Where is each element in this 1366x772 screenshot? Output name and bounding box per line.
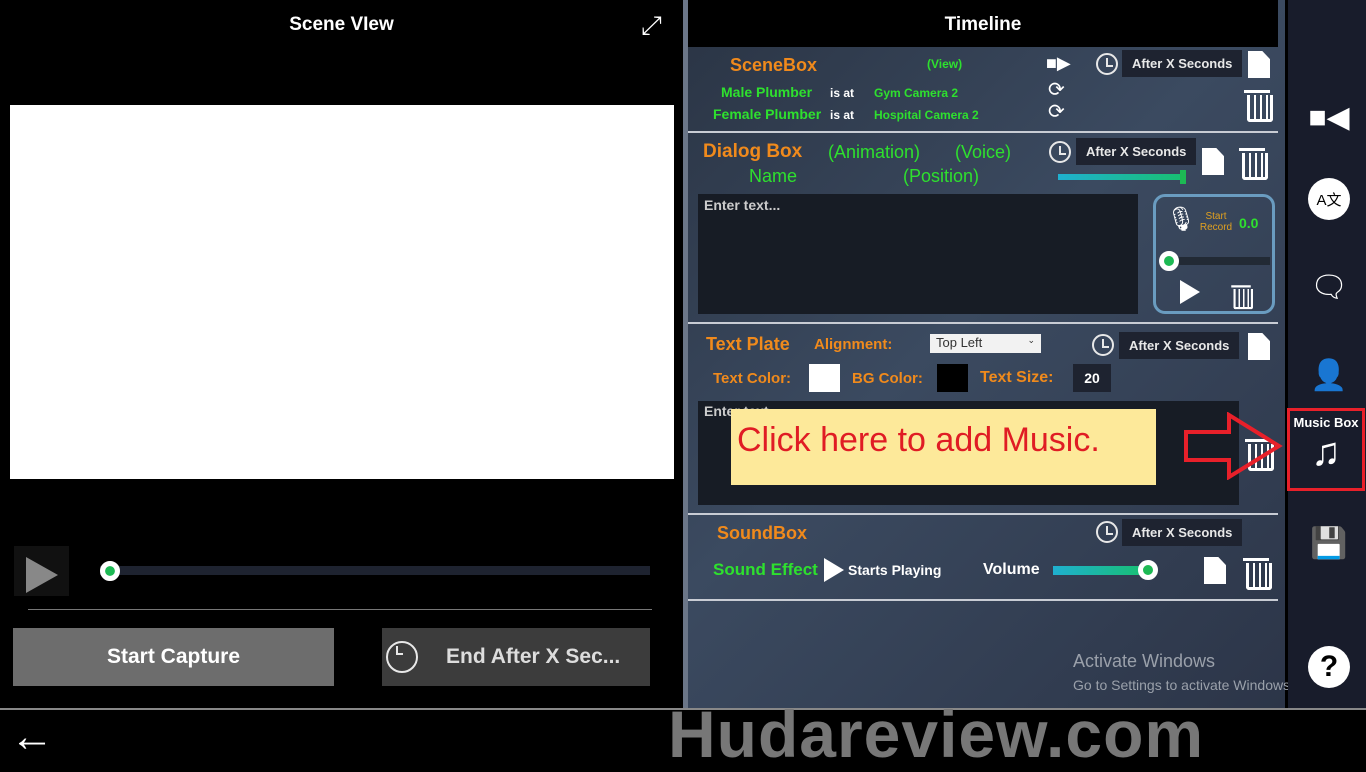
start-record-label[interactable]: Start Record — [1192, 211, 1240, 233]
record-progress[interactable] — [1170, 257, 1270, 265]
text-plate-title: Text Plate — [706, 334, 790, 354]
activate-windows-title: Activate Windows — [1073, 651, 1216, 671]
document-icon[interactable] — [1248, 333, 1270, 360]
is-at-label: is at — [830, 108, 855, 122]
record-time: 0.0 — [1239, 215, 1259, 231]
voice-label[interactable]: (Voice) — [955, 142, 1011, 163]
timeline-title: Timeline — [688, 0, 1278, 47]
name-label[interactable]: Name — [749, 166, 797, 187]
play-icon[interactable] — [824, 558, 844, 582]
clock-icon — [1049, 141, 1071, 163]
help-icon[interactable]: ? — [1308, 646, 1350, 688]
text-color-label: Text Color: — [713, 370, 792, 387]
is-at-label: is at — [830, 86, 855, 100]
trash-icon[interactable] — [1239, 145, 1268, 180]
save-icon[interactable]: 💾 — [1308, 522, 1350, 564]
view-label[interactable]: (View) — [927, 57, 962, 71]
soundbox-section: SoundBox After X Seconds Sound Effect St… — [688, 515, 1278, 601]
text-color-swatch[interactable] — [809, 364, 840, 392]
trash-icon[interactable] — [1231, 283, 1253, 310]
timeline-panel: Timeline SceneBox (View) Male Plumber is… — [688, 0, 1294, 708]
camera-name[interactable]: Hospital Camera 2 — [874, 108, 979, 122]
play-icon — [26, 557, 58, 593]
volume-slider-handle[interactable] — [1138, 560, 1158, 580]
scenebox-title: SceneBox — [730, 55, 818, 75]
alignment-value: Top Left — [936, 335, 983, 350]
music-box-button[interactable]: Music Box ♫ — [1287, 408, 1365, 491]
scene-view-panel: Scene VIew ⤢ Start Capture End After X S… — [0, 0, 683, 708]
trash-icon[interactable] — [1243, 555, 1272, 590]
fullscreen-icon[interactable]: ⤢ — [641, 10, 662, 42]
document-icon[interactable] — [1204, 557, 1226, 584]
dialog-title: Dialog Box — [703, 141, 803, 162]
play-button[interactable] — [14, 546, 69, 596]
scene-view-title: Scene VIew — [289, 14, 394, 35]
record-panel: 🎙 Start Record 0.0 — [1153, 194, 1275, 314]
clock-icon — [1092, 334, 1114, 356]
activate-windows-subtitle: Go to Settings to activate Windows. — [1073, 677, 1294, 693]
music-box-label: Music Box — [1293, 415, 1359, 430]
volume-label: Volume — [983, 561, 1040, 578]
watermark-site: Hudareview.com — [668, 697, 1205, 771]
bg-color-swatch[interactable] — [937, 364, 968, 392]
scene-preview — [10, 105, 674, 479]
scenebox-section: SceneBox (View) Male Plumber is at Gym C… — [688, 47, 1278, 133]
arrow-right-icon — [1184, 412, 1283, 480]
document-icon[interactable] — [1202, 148, 1224, 175]
end-after-button[interactable]: End After X Sec... — [382, 628, 650, 686]
record-slider-handle[interactable] — [1159, 251, 1179, 271]
scene-progress-slider[interactable] — [100, 566, 650, 575]
text-size-input[interactable]: 20 — [1073, 364, 1111, 392]
after-x-seconds-button[interactable]: After X Seconds — [1122, 519, 1243, 546]
clock-icon — [1096, 53, 1118, 75]
swap-icon[interactable]: ⟳ ⟳ — [1048, 79, 1065, 123]
position-label[interactable]: (Position) — [903, 166, 979, 187]
sound-effect-label[interactable]: Sound Effect — [713, 560, 818, 580]
voice-slider[interactable] — [1058, 174, 1184, 180]
text-size-label: Text Size: — [980, 369, 1054, 386]
camera-name[interactable]: Gym Camera 2 — [874, 86, 958, 100]
character-name: Male Plumber — [721, 84, 813, 100]
dialog-icon[interactable]: 🗨 — [1308, 266, 1350, 308]
tools-sidebar: ■◀ A文 🗨 👤 Music Box ♫ 💾 ? — [1287, 0, 1366, 708]
add-music-callout: Click here to add Music. — [731, 409, 1156, 485]
after-x-seconds-button[interactable]: After X Seconds — [1122, 50, 1243, 77]
after-x-seconds-button[interactable]: After X Seconds — [1076, 138, 1197, 165]
dialog-text-input[interactable]: Enter text... — [698, 194, 1138, 314]
divider — [28, 609, 652, 610]
clock-icon — [1096, 521, 1118, 543]
trash-icon[interactable] — [1244, 87, 1273, 122]
soundbox-title: SoundBox — [717, 523, 807, 543]
dialog-box-section: Dialog Box (Animation) (Voice) Name (Pos… — [688, 133, 1278, 324]
bottom-bar: ← Hudareview.com — [0, 697, 1366, 771]
character-chat-icon[interactable]: 👤 — [1308, 354, 1350, 396]
camera-icon[interactable]: ■▶ — [1046, 53, 1071, 74]
document-icon[interactable] — [1248, 51, 1270, 78]
slider-handle[interactable] — [100, 561, 120, 581]
character-name: Female Plumber — [713, 106, 822, 122]
alignment-label: Alignment: — [814, 336, 893, 353]
back-arrow-icon[interactable]: ← — [10, 712, 54, 762]
music-icon: ♫ — [1311, 430, 1341, 474]
translate-icon[interactable]: A文 — [1308, 178, 1350, 220]
volume-slider[interactable] — [1053, 566, 1147, 575]
chevron-down-icon: ⌄ — [1027, 335, 1035, 345]
play-icon[interactable] — [1180, 280, 1200, 304]
animation-label[interactable]: (Animation) — [828, 142, 920, 163]
alignment-select[interactable]: Top Left ⌄ — [930, 334, 1041, 353]
clock-icon — [386, 641, 418, 673]
start-capture-button[interactable]: Start Capture — [13, 628, 334, 686]
bg-color-label: BG Color: — [852, 370, 923, 387]
starts-playing-label: Starts Playing — [848, 562, 942, 578]
end-after-label: End After X Sec... — [446, 645, 621, 668]
voice-slider-handle[interactable] — [1180, 170, 1186, 184]
after-x-seconds-button[interactable]: After X Seconds — [1119, 332, 1240, 359]
camera-icon[interactable]: ■◀ — [1308, 96, 1350, 138]
